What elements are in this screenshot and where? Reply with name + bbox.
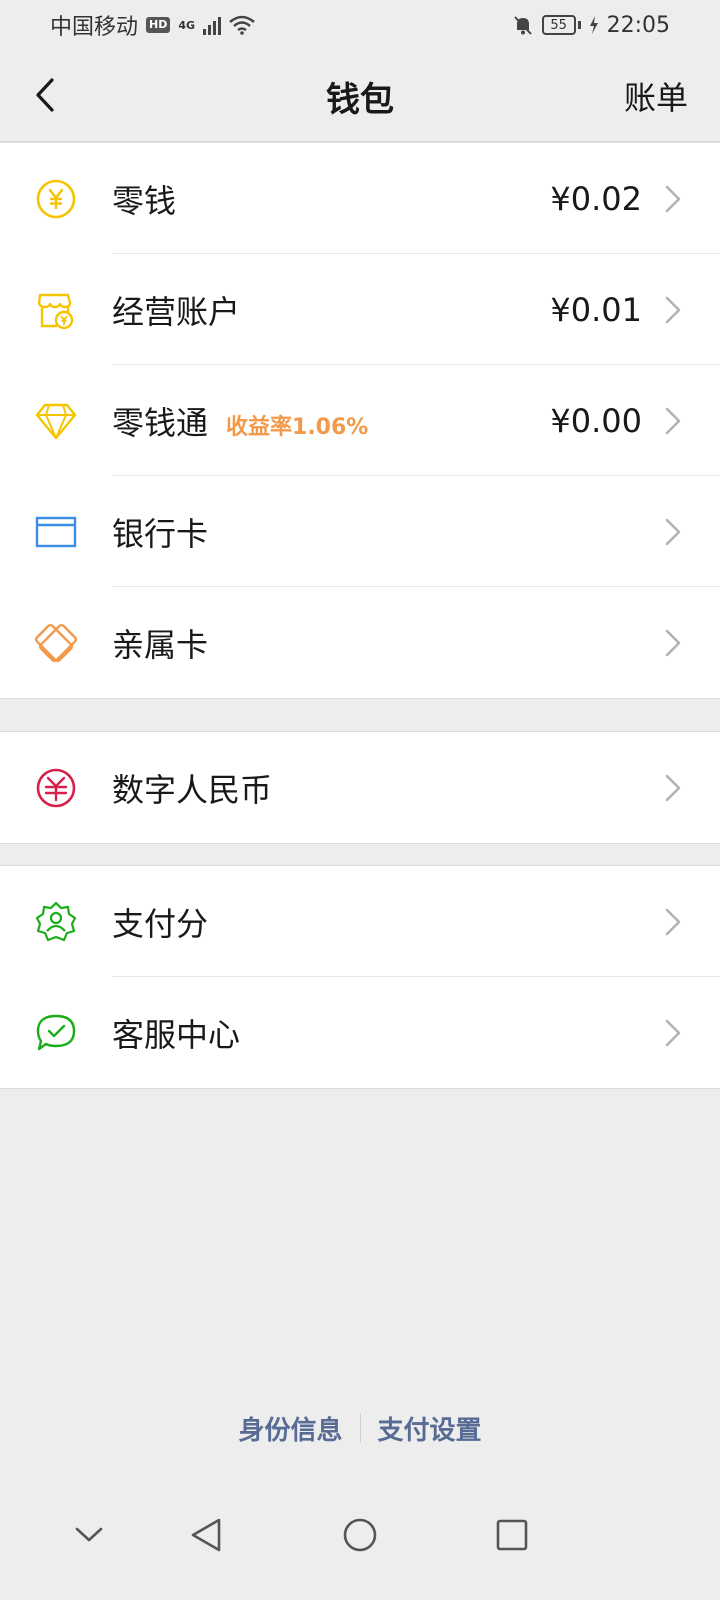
shop-account-icon — [34, 288, 78, 332]
status-right: 55 22:05 — [512, 13, 670, 38]
bill-button[interactable]: 账单 — [624, 50, 688, 142]
digital-rmb-group: 数字人民币 — [0, 731, 720, 844]
identity-info-link[interactable]: 身份信息 — [238, 1410, 342, 1447]
footer-links: 身份信息 支付设置 — [0, 1400, 720, 1456]
wallet-screen: 中国移动 HD 4G 55 22:05 钱包 账单 零钱 ¥0.02 经营账户 … — [0, 0, 720, 1600]
battery-icon: 55 — [541, 15, 576, 35]
hd-icon: HD — [146, 17, 171, 33]
network-type: 4G — [178, 18, 196, 32]
business-account-value: ¥0.01 — [550, 290, 642, 329]
list-item-family-card[interactable]: 亲属卡 — [0, 587, 720, 698]
list-item-label: 数字人民币 — [112, 770, 273, 809]
hide-nav-button[interactable] — [66, 1512, 112, 1558]
back-button[interactable] — [22, 72, 68, 118]
yield-rate-tag: 收益率1.06% — [226, 414, 369, 440]
system-home-button[interactable] — [337, 1512, 383, 1558]
pay-settings-link[interactable]: 支付设置 — [378, 1410, 482, 1447]
lingqiantong-value: ¥0.00 — [550, 401, 642, 440]
triangle-back-icon — [191, 1518, 221, 1552]
yuan-coin-icon — [34, 177, 78, 221]
system-nav-bar — [0, 1490, 720, 1580]
page-title: 钱包 — [326, 79, 394, 120]
status-bar: 中国移动 HD 4G 55 22:05 — [0, 0, 720, 50]
list-item-business-account[interactable]: 经营账户 ¥0.01 — [0, 254, 720, 365]
customer-service-icon — [34, 1011, 78, 1055]
list-item-bank-card[interactable]: 银行卡 — [0, 476, 720, 587]
system-recents-button[interactable] — [489, 1512, 535, 1558]
list-item-label: 经营账户 — [112, 292, 241, 331]
list-item-label: 零钱通 收益率1.06% — [112, 398, 368, 444]
chevron-right-icon — [665, 774, 681, 801]
signal-icon — [203, 15, 222, 35]
clock: 22:05 — [606, 12, 670, 38]
battery-nub — [577, 21, 581, 29]
system-back-button[interactable] — [183, 1512, 229, 1558]
chevron-left-icon — [36, 78, 54, 112]
diamond-icon — [34, 399, 78, 443]
status-left: 中国移动 HD 4G — [50, 9, 255, 41]
circle-home-icon — [343, 1518, 377, 1552]
chevron-right-icon — [665, 908, 681, 935]
list-item-balance[interactable]: 零钱 ¥0.02 — [0, 143, 720, 254]
list-item-label: 客服中心 — [112, 1015, 241, 1054]
family-card-icon — [34, 621, 78, 665]
list-item-customer-service[interactable]: 客服中心 — [0, 977, 720, 1088]
balance-value: ¥0.02 — [550, 179, 642, 218]
bank-card-icon — [34, 510, 78, 554]
chevron-right-icon — [665, 518, 681, 545]
list-item-label: 亲属卡 — [112, 625, 209, 664]
list-item-digital-rmb[interactable]: 数字人民币 — [0, 732, 720, 843]
wifi-icon — [229, 15, 255, 35]
lingqiantong-label: 零钱通 — [112, 403, 209, 442]
wallet-group: 零钱 ¥0.02 经营账户 ¥0.01 零钱通 收益率1.06% ¥0.00 银… — [0, 142, 720, 699]
bell-muted-icon — [513, 16, 532, 35]
services-group: 支付分 客服中心 — [0, 865, 720, 1089]
list-item-label: 银行卡 — [112, 514, 209, 553]
square-recents-icon — [496, 1519, 528, 1551]
chevron-right-icon — [665, 296, 681, 323]
chevron-right-icon — [665, 407, 681, 434]
nav-bar: 钱包 账单 — [0, 50, 720, 142]
chevron-right-icon — [665, 629, 681, 656]
list-item-lingqiantong[interactable]: 零钱通 收益率1.06% ¥0.00 — [0, 365, 720, 476]
carrier-label: 中国移动 — [50, 15, 139, 40]
footer-separator — [359, 1413, 361, 1443]
list-item-label: 零钱 — [112, 181, 177, 220]
battery-level: 55 — [550, 17, 567, 33]
chevron-right-icon — [665, 1019, 681, 1046]
charging-icon — [589, 16, 598, 34]
digital-rmb-icon — [34, 766, 78, 810]
chevron-right-icon — [665, 185, 681, 212]
list-item-pay-score[interactable]: 支付分 — [0, 866, 720, 977]
chevron-down-icon — [75, 1527, 103, 1542]
pay-score-icon — [34, 900, 78, 944]
list-item-label: 支付分 — [112, 904, 209, 943]
